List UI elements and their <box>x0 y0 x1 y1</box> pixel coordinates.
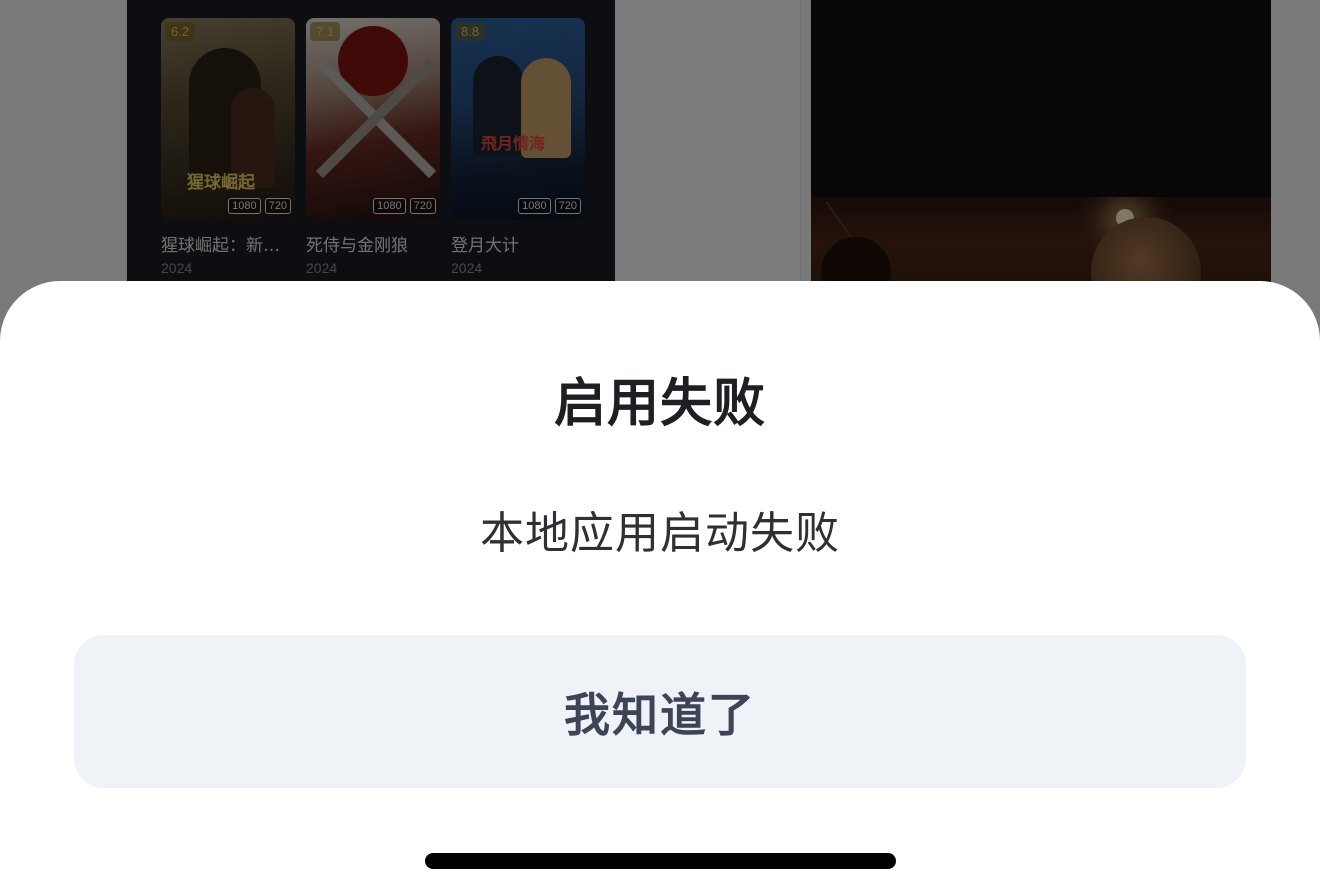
dialog-title: 启用失败 <box>553 374 766 434</box>
acknowledge-button[interactable]: 我知道了 <box>74 635 1246 788</box>
error-bottom-sheet: 启用失败 本地应用启动失败 我知道了 <box>0 281 1320 893</box>
home-indicator[interactable] <box>425 853 896 869</box>
dialog-message: 本地应用启动失败 <box>480 508 840 559</box>
screen: 猩球崛起 6.2 1080 720 猩球崛起：新… 2024 7.1 1080 … <box>0 0 1320 893</box>
